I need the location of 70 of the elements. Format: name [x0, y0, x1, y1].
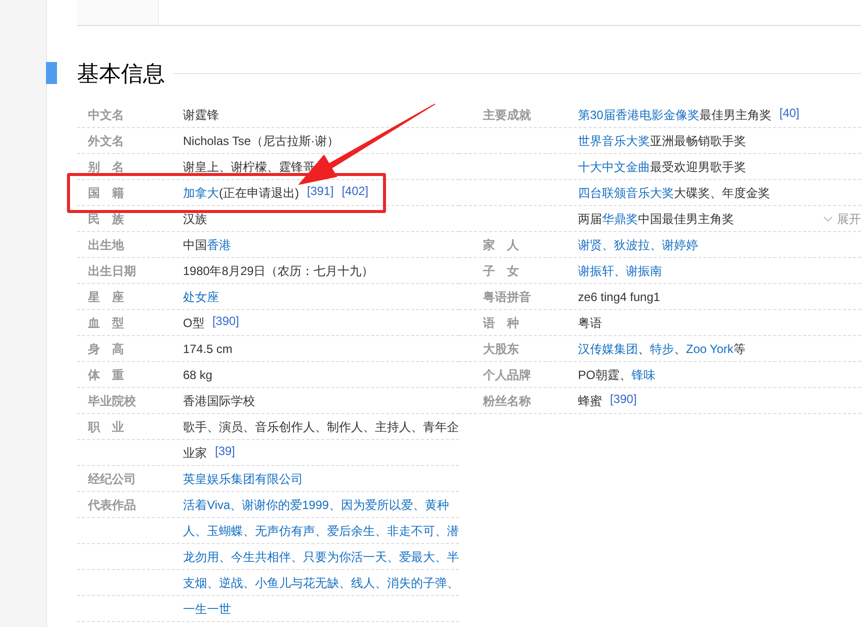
value-link[interactable]: 香港 — [207, 238, 231, 252]
field-value: ze6 ting4 fung1 — [578, 288, 660, 306]
field-value: 68 kg — [183, 366, 212, 384]
field-label: 外文名 — [88, 134, 124, 148]
field-label: 大股东 — [483, 342, 519, 356]
value-link[interactable]: 活着Viva、谢谢你的爱1999、因为爱所以爱、黄种 — [183, 498, 449, 512]
field-label: 经纪公司 — [88, 472, 136, 486]
section-marker — [46, 62, 57, 84]
field-value: 1980年8月29日（农历：七月十九） — [183, 262, 374, 280]
citation-link[interactable]: [40] — [779, 106, 800, 120]
value-link[interactable]: 第30届香港电影金像奖 — [578, 108, 700, 122]
field-value: 粤语 — [578, 314, 602, 332]
field-value: PO朝霆、锋味 — [578, 366, 656, 384]
field-value: 两届华鼎奖中国最佳男主角奖 — [578, 210, 734, 228]
field-label: 粉丝名称 — [483, 394, 531, 408]
field-label: 中文名 — [88, 108, 124, 122]
citation-link[interactable]: [391] — [307, 184, 334, 198]
field-label: 子 女 — [483, 264, 519, 278]
field-label: 民 族 — [88, 212, 124, 226]
field-label: 毕业院校 — [88, 394, 136, 408]
field-label: 体 重 — [88, 368, 124, 382]
field-value: 世界音乐大奖亚洲最畅销歌手奖 — [578, 132, 746, 150]
citation-link[interactable]: [390] — [610, 392, 637, 406]
field-value: 歌手、演员、音乐创作人、制作人、主持人、青年企 — [183, 418, 459, 436]
field-label: 血 型 — [88, 316, 124, 330]
field-label: 代表作品 — [88, 498, 136, 512]
citation-link[interactable]: [39] — [215, 444, 236, 458]
value-link[interactable]: 谢振轩、谢振南 — [578, 264, 662, 278]
value-link[interactable]: 人、玉蝴蝶、无声仿有声、爱后余生、非走不可、潜 — [183, 524, 459, 538]
field-label: 职 业 — [88, 420, 124, 434]
field-value: 十大中文金曲最受欢迎男歌手奖 — [578, 158, 746, 176]
value-link[interactable]: Zoo York — [686, 342, 734, 356]
field-label: 语 种 — [483, 316, 519, 330]
value-link[interactable]: 龙勿用、今生共相伴、只要为你活一天、爱最大、半 — [183, 550, 459, 564]
field-value: 174.5 cm — [183, 340, 232, 358]
field-value: 四台联颁音乐大奖大碟奖、年度金奖 — [578, 184, 770, 202]
value-link[interactable]: 四台联颁音乐大奖 — [578, 186, 674, 200]
field-value: Nicholas Tse（尼古拉斯·谢） — [183, 132, 339, 150]
field-label: 别 名 — [88, 160, 124, 174]
citation-link[interactable]: [402] — [342, 184, 368, 198]
value-link[interactable]: 谢贤、狄波拉、谢婷婷 — [578, 238, 698, 252]
value-link[interactable]: 十大中文金曲 — [578, 160, 650, 174]
field-label: 星 座 — [88, 290, 124, 304]
value-link[interactable]: 世界音乐大奖 — [578, 134, 650, 148]
value-link[interactable]: 加拿大 — [183, 186, 219, 200]
value-link[interactable]: 华鼎奖 — [602, 212, 638, 226]
field-value: 汉传媒集团、特步、Zoo York等 — [578, 340, 746, 358]
expand-toggle[interactable]: 展开 — [823, 210, 861, 228]
value-link[interactable]: 处女座 — [183, 290, 219, 304]
section-title: 基本信息 — [77, 60, 165, 88]
field-value: 谢霆锋 — [183, 106, 219, 124]
field-label: 主要成就 — [483, 108, 531, 122]
value-link[interactable]: 锋味 — [631, 368, 656, 382]
field-label: 国 籍 — [88, 186, 124, 200]
citation-link[interactable]: [390] — [212, 314, 240, 328]
field-label: 出生地 — [88, 238, 124, 252]
field-value: 香港国际学校 — [183, 392, 255, 410]
field-label: 出生日期 — [88, 264, 136, 278]
field-value: 汉族 — [183, 210, 207, 228]
chevron-down-icon — [823, 216, 833, 222]
field-label: 粤语拼音 — [483, 290, 531, 304]
value-link[interactable]: 特步 — [650, 342, 674, 356]
field-label: 身 高 — [88, 342, 124, 356]
field-label: 家 人 — [483, 238, 519, 252]
field-label: 个人品牌 — [483, 368, 531, 382]
value-link[interactable]: 一生一世 — [183, 602, 231, 616]
value-link[interactable]: 汉传媒集团 — [578, 342, 638, 356]
value-link[interactable]: 支烟、逆战、小鱼儿与花无缺、线人、消失的子弹、 — [183, 576, 459, 590]
field-value: 中国香港 — [183, 236, 231, 254]
value-link[interactable]: 英皇娱乐集团有限公司 — [183, 472, 303, 486]
